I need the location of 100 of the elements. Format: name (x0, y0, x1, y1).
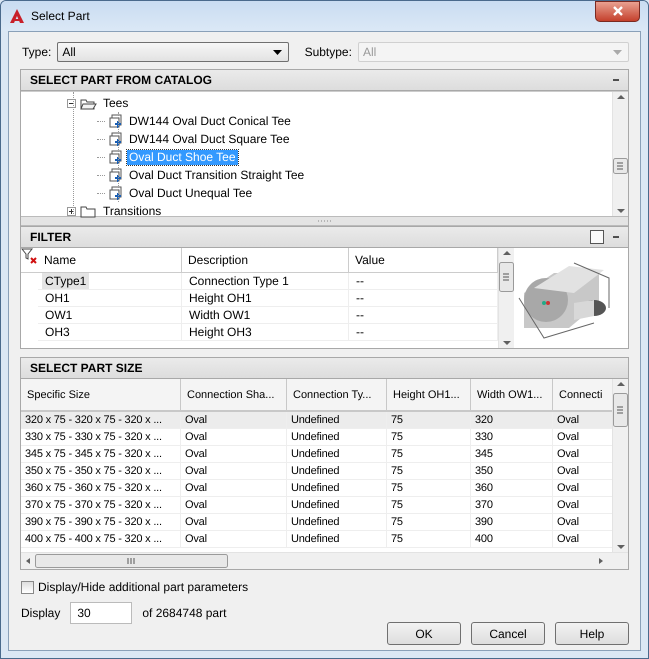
table-cell: 75 (387, 480, 471, 497)
table-cell: Undefined (287, 463, 387, 480)
table-cell: Oval (181, 446, 287, 463)
column-header[interactable]: Width OW1... (471, 379, 553, 412)
scroll-up-icon[interactable] (502, 250, 512, 256)
tree-item[interactable]: Oval Duct Unequal Tee (127, 186, 254, 200)
checkbox-label[interactable]: Display/Hide additional part parameters (38, 580, 248, 594)
table-cell[interactable]: 345 x 75 - 345 x 75 - 320 x ... (21, 446, 181, 463)
table-cell: 320 (471, 412, 553, 429)
table-cell: 75 (387, 514, 471, 531)
table-cell-text: -- (355, 273, 365, 289)
scroll-down-icon[interactable] (502, 340, 512, 346)
table-cell-text: OH3 (44, 324, 71, 340)
table-cell-text: Height OH1 (188, 290, 253, 306)
dropdown-arrow-icon (613, 50, 622, 54)
table-cell-text: OW1 (44, 307, 74, 323)
table-cell: Undefined (287, 531, 387, 548)
scroll-left-icon[interactable] (25, 557, 31, 565)
clear-filter-icon[interactable] (21, 248, 37, 264)
table-cell: Undefined (287, 412, 387, 429)
table-cell-text: -- (355, 290, 365, 306)
table-cell[interactable]: 350 x 75 - 350 x 75 - 320 x ... (21, 463, 181, 480)
table-cell: Oval (181, 531, 287, 548)
tree-item[interactable]: DW144 Oval Duct Conical Tee (127, 114, 293, 128)
scroll-up-icon[interactable] (616, 94, 626, 100)
dialog-button[interactable]: Help (555, 622, 629, 645)
panel-title: SELECT PART FROM CATALOG (30, 73, 213, 87)
table-cell[interactable]: 320 x 75 - 320 x 75 - 320 x ... (21, 412, 181, 429)
column-header[interactable]: Name (38, 248, 182, 273)
table-cell[interactable]: 400 x 75 - 400 x 75 - 320 x ... (21, 531, 181, 548)
toggle-preview-button[interactable] (590, 230, 604, 244)
part-icon (109, 167, 123, 183)
app-logo-icon (9, 8, 25, 24)
table-cell: Oval (181, 480, 287, 497)
window-title: Select Part (31, 9, 91, 23)
tree-item[interactable]: Oval Duct Transition Straight Tee (127, 168, 306, 182)
scrollbar-thumb[interactable] (613, 158, 628, 174)
dialog-button[interactable]: Cancel (471, 622, 545, 645)
collapse-icon[interactable] (67, 98, 76, 108)
tree-item[interactable]: Tees (101, 96, 130, 110)
table-cell: 350 (471, 463, 553, 480)
table-cell: Oval (181, 463, 287, 480)
table-cell: Undefined (287, 480, 387, 497)
table-cell[interactable]: 360 x 75 - 360 x 75 - 320 x ... (21, 480, 181, 497)
type-dropdown[interactable]: All (57, 42, 289, 62)
panel-title: SELECT PART SIZE (30, 361, 144, 375)
table-cell: Undefined (287, 497, 387, 514)
table-cell[interactable]: 390 x 75 - 390 x 75 - 320 x ... (21, 514, 181, 531)
table-cell[interactable]: 330 x 75 - 330 x 75 - 320 x ... (21, 429, 181, 446)
table-cell[interactable]: 370 x 75 - 370 x 75 - 320 x ... (21, 497, 181, 514)
part-icon (109, 113, 123, 129)
dialog-button[interactable]: OK (387, 622, 461, 645)
checkbox[interactable] (21, 580, 34, 594)
table-cell: Oval (181, 429, 287, 446)
display-count-field[interactable]: 30 (70, 602, 132, 624)
scrollbar-thumb[interactable] (613, 393, 628, 427)
table-cell-text: Width OW1 (188, 307, 252, 323)
collapse-button[interactable]: − (610, 230, 622, 244)
column-header[interactable]: Specific Size (21, 379, 181, 412)
table-cell: Oval (181, 514, 287, 531)
table-cell: Undefined (287, 514, 387, 531)
table-cell-text: OH1 (44, 290, 71, 306)
table-cell: Oval (181, 497, 287, 514)
column-header[interactable]: Description (182, 248, 349, 273)
scroll-down-icon[interactable] (616, 544, 626, 550)
table-cell: 370 (471, 497, 553, 514)
tree-item[interactable]: Transitions (101, 204, 164, 218)
column-header[interactable]: Connection Sha... (181, 379, 287, 412)
table-cell: 75 (387, 531, 471, 548)
collapse-button[interactable]: − (610, 73, 622, 87)
table-cell: Undefined (287, 446, 387, 463)
table-cell: Oval (553, 412, 612, 429)
table-cell: 75 (387, 446, 471, 463)
table-cell: 390 (471, 514, 553, 531)
scroll-up-icon[interactable] (616, 381, 626, 387)
column-header[interactable]: Height OH1... (387, 379, 471, 412)
table-cell-text: Height OH3 (188, 324, 253, 340)
scroll-right-icon[interactable] (598, 557, 604, 565)
tree-item[interactable]: DW144 Oval Duct Square Tee (127, 132, 292, 146)
part-icon (109, 185, 123, 201)
scroll-down-icon[interactable] (616, 208, 626, 214)
subtype-dropdown: All (358, 42, 629, 62)
column-header[interactable]: Value (349, 248, 498, 273)
table-cell: 75 (387, 463, 471, 480)
close-button[interactable] (595, 1, 640, 22)
part-icon (109, 131, 123, 147)
table-cell-text: Connection Type 1 (188, 273, 290, 289)
expand-icon[interactable] (67, 206, 76, 216)
column-header[interactable]: Connection Ty... (287, 379, 387, 412)
scrollbar-thumb[interactable] (499, 262, 514, 292)
table-cell: CType1 (42, 273, 90, 289)
column-header[interactable]: Connecti (553, 379, 612, 412)
panel-title: FILTER (30, 230, 72, 244)
table-cell: 360 (471, 480, 553, 497)
scrollbar-thumb[interactable] (35, 554, 228, 568)
table-cell: 345 (471, 446, 553, 463)
close-icon (612, 6, 622, 16)
dropdown-arrow-icon (272, 50, 282, 54)
table-cell: 330 (471, 429, 553, 446)
table-cell-text: -- (355, 324, 365, 340)
